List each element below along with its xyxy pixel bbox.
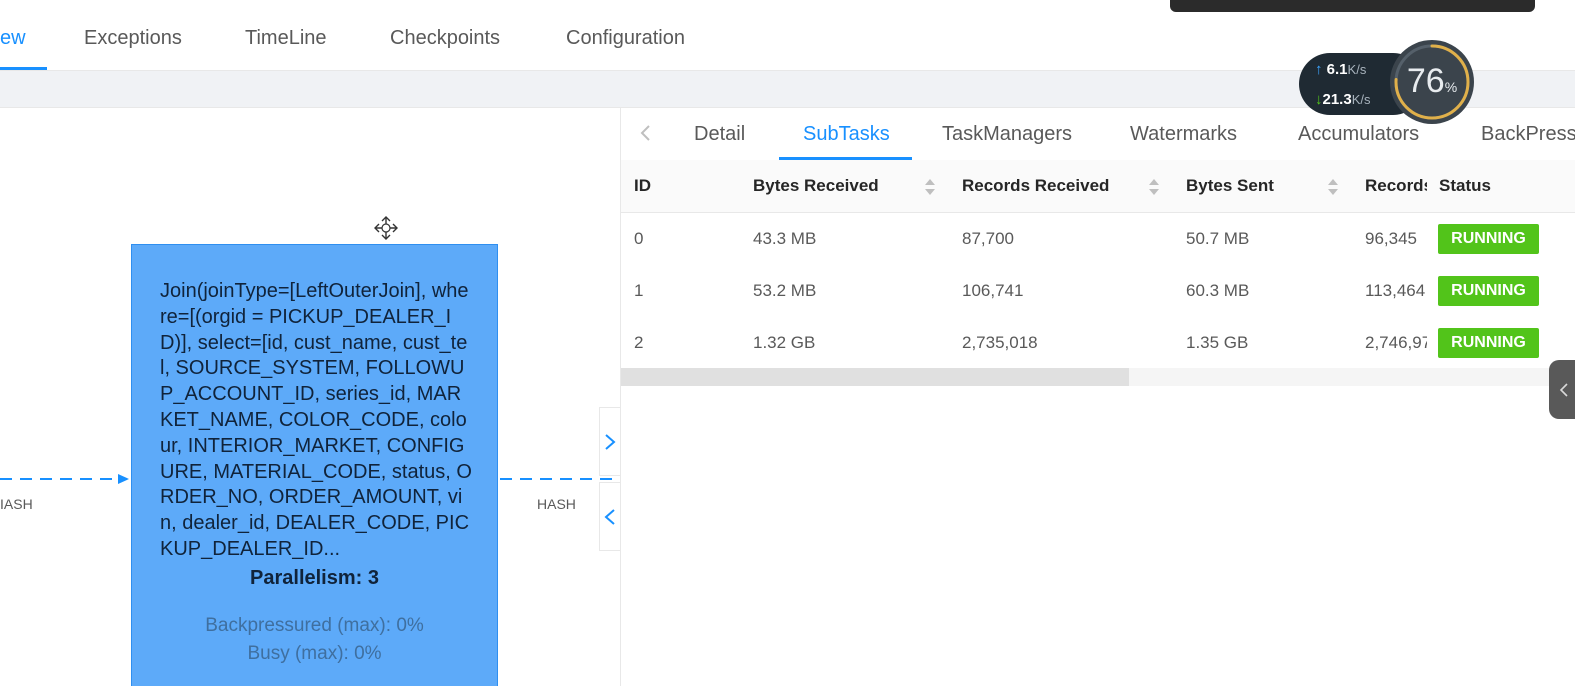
tab-accumulators[interactable]: Accumulators xyxy=(1298,123,1419,146)
tab-timeline[interactable]: TimeLine xyxy=(245,27,327,50)
gauge-value: 76 xyxy=(1406,62,1445,100)
tab-backpressure[interactable]: BackPress xyxy=(1481,123,1575,146)
col-bytes-sent[interactable]: Bytes Sent xyxy=(1186,176,1274,196)
gauge-label: 76% xyxy=(1388,62,1476,101)
tab-subtasks[interactable]: SubTasks xyxy=(803,123,890,146)
sort-icon[interactable] xyxy=(1327,177,1339,197)
cell-id: 0 xyxy=(634,229,644,248)
job-graph-canvas[interactable]: IASH HASH Join(joinType=[LeftOuterJoin],… xyxy=(0,108,621,686)
cell-bytes-received: 43.3 MB xyxy=(753,229,817,248)
operator-node[interactable]: Join(joinType=[LeftOuterJoin], where=[(o… xyxy=(131,244,498,686)
col-records-sent[interactable]: Records xyxy=(1365,176,1427,196)
gauge-unit: % xyxy=(1444,79,1458,95)
sort-icon[interactable] xyxy=(924,177,936,197)
col-bytes-received[interactable]: Bytes Received xyxy=(753,176,879,196)
table-row[interactable]: 1 53.2 MB 106,741 60.3 MB 113,464 RUNNIN… xyxy=(621,265,1575,318)
tab-overview[interactable]: ew xyxy=(0,27,26,50)
upload-unit: K/s xyxy=(1347,62,1367,77)
cell-bytes-sent: 50.7 MB xyxy=(1186,229,1250,248)
cell-records-sent: 2,746,97 xyxy=(1365,333,1427,352)
cell-id: 1 xyxy=(634,281,644,300)
tab-taskmanagers[interactable]: TaskManagers xyxy=(942,123,1072,146)
vertex-detail-panel: Detail SubTasks TaskManagers Watermarks … xyxy=(621,108,1575,686)
upload-speed: ↑ 6.1K/s xyxy=(1315,61,1366,78)
status-badge: RUNNING xyxy=(1438,328,1539,358)
cell-bytes-sent: 1.35 GB xyxy=(1186,333,1249,352)
expand-panel-button[interactable] xyxy=(599,407,620,476)
cell-records-sent-clip: 2,746,97 xyxy=(1365,317,1427,369)
side-drawer-handle[interactable] xyxy=(1549,360,1575,419)
cell-bytes-received: 53.2 MB xyxy=(753,281,817,300)
cell-records-sent: 96,345 xyxy=(1365,229,1417,248)
col-records-sent-clip: Records xyxy=(1365,160,1427,212)
tab-configuration[interactable]: Configuration xyxy=(566,27,685,50)
chevron-right-icon xyxy=(605,433,616,450)
tab-checkpoints[interactable]: Checkpoints xyxy=(390,27,500,50)
chevron-left-icon xyxy=(604,508,615,525)
tab-watermarks[interactable]: Watermarks xyxy=(1130,123,1237,146)
col-records-received[interactable]: Records Received xyxy=(962,176,1109,196)
download-speed: ↓21.3K/s xyxy=(1315,91,1371,108)
node-description: Join(joinType=[LeftOuterJoin], where=[(o… xyxy=(160,280,472,560)
sort-icon[interactable] xyxy=(1148,177,1160,197)
col-status: Status xyxy=(1439,176,1491,195)
overlay-bar xyxy=(1170,0,1535,12)
upload-value: 6.1 xyxy=(1326,61,1348,78)
cell-records-sent-clip: 113,464 xyxy=(1365,265,1427,317)
status-badge: RUNNING xyxy=(1438,224,1539,254)
scrollbar-thumb[interactable] xyxy=(621,368,1129,386)
edge-label-left: IASH xyxy=(0,496,33,512)
table-horizontal-scrollbar[interactable] xyxy=(621,368,1575,386)
table-row[interactable]: 0 43.3 MB 87,700 50.7 MB 96,345 RUNNING xyxy=(621,213,1575,266)
cell-records-received: 2,735,018 xyxy=(962,333,1038,352)
edge-label-right: HASH xyxy=(537,496,576,512)
cell-bytes-received: 1.32 GB xyxy=(753,333,816,352)
cell-records-received: 87,700 xyxy=(962,229,1014,248)
tab-detail[interactable]: Detail xyxy=(694,123,745,146)
collapse-panel-button[interactable] xyxy=(599,482,620,551)
cell-records-sent: 113,464 xyxy=(1365,281,1426,300)
input-edge-arrow xyxy=(118,474,129,484)
col-id: ID xyxy=(634,176,651,195)
subtasks-table-header: ID Bytes Received Records Received Bytes… xyxy=(621,160,1575,213)
node-parallelism: Parallelism: 3 xyxy=(250,567,379,589)
tabs-prev-arrow-icon[interactable] xyxy=(635,122,657,144)
upload-arrow-icon: ↑ xyxy=(1315,61,1323,78)
cell-id: 2 xyxy=(634,333,644,352)
move-icon xyxy=(374,216,398,240)
cell-records-received: 106,741 xyxy=(962,281,1024,300)
node-busy: Busy (max): 0% xyxy=(247,643,382,664)
download-arrow-icon: ↓ xyxy=(1315,91,1323,108)
status-badge: RUNNING xyxy=(1438,276,1539,306)
node-backpressured: Backpressured (max): 0% xyxy=(205,615,424,636)
download-unit: K/s xyxy=(1351,92,1371,107)
download-value: 21.3 xyxy=(1322,91,1352,108)
cell-bytes-sent: 60.3 MB xyxy=(1186,281,1250,300)
tab-exceptions[interactable]: Exceptions xyxy=(84,27,182,50)
active-tab-indicator xyxy=(0,67,47,70)
table-row[interactable]: 2 1.32 GB 2,735,018 1.35 GB 2,746,97 RUN… xyxy=(621,317,1575,370)
chevron-left-icon xyxy=(1559,382,1568,397)
cell-records-sent-clip: 96,345 xyxy=(1365,213,1427,265)
